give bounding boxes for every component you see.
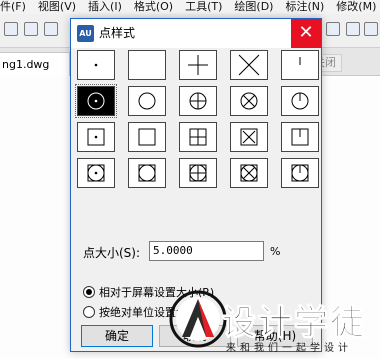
toolbar-icon[interactable]: [326, 22, 340, 36]
point-style-square-dot[interactable]: [77, 122, 115, 152]
square-dot-icon: [87, 128, 105, 146]
point-size-unit: %: [270, 245, 281, 258]
app-menubar: 件(F) 视图(V) 插入(I) 格式(O) 工具(T) 绘图(D) 标注(N)…: [0, 0, 380, 14]
circle-dot-icon: [87, 92, 105, 110]
zoom-icon[interactable]: [346, 22, 360, 36]
point-style-circle[interactable]: [128, 86, 166, 116]
circle-x-icon: [240, 92, 258, 110]
ok-button[interactable]: 确定: [81, 325, 153, 347]
document-tab[interactable]: ng1.dwg: [0, 52, 70, 76]
point-style-square-plus[interactable]: [179, 122, 217, 152]
circle-plus-icon: [189, 92, 207, 110]
toolbar-icon[interactable]: [24, 22, 38, 36]
dialog-title: 点样式: [99, 26, 136, 40]
watermark-logo-icon: [169, 290, 227, 348]
toolbar-icon[interactable]: [44, 22, 58, 36]
menu-tools[interactable]: 工具(T): [185, 0, 222, 14]
app-logo-icon: AU: [77, 25, 94, 42]
point-style-square[interactable]: [128, 122, 166, 152]
square-circle-icon: [138, 164, 156, 182]
watermark-title: 设计学徒: [222, 303, 366, 344]
point-style-square-tick[interactable]: [281, 122, 319, 152]
toolbar-icon[interactable]: [4, 22, 18, 36]
square-x-icon: [240, 128, 258, 146]
point-style-plus[interactable]: [179, 50, 217, 80]
toolbar-icon[interactable]: [364, 22, 378, 36]
square-circle-tick-icon: [291, 164, 309, 182]
point-style-square-x[interactable]: [230, 122, 268, 152]
square-plus-icon: [189, 128, 207, 146]
point-size-label: 点大小(S):: [83, 246, 141, 260]
point-style-square-circle-plus[interactable]: [179, 158, 217, 188]
point-style-dot[interactable]: [77, 50, 115, 80]
point-style-square-circle-dot[interactable]: [77, 158, 115, 188]
menu-insert[interactable]: 插入(I): [88, 0, 122, 14]
point-style-square-circle-x[interactable]: [230, 158, 268, 188]
watermark: 设计学徒 来和我们一起学设计: [168, 283, 380, 359]
menu-file[interactable]: 件(F): [0, 0, 26, 14]
point-style-circle-x[interactable]: [230, 86, 268, 116]
circle-icon: [138, 92, 156, 110]
menu-view[interactable]: 视图(V): [38, 0, 76, 14]
radio-relative[interactable]: [83, 286, 95, 298]
menu-modify[interactable]: 修改(M): [336, 0, 376, 14]
blank-icon: [129, 51, 165, 79]
square-icon: [138, 128, 156, 146]
close-button[interactable]: ✕: [291, 19, 321, 48]
tick-icon: [299, 57, 301, 65]
square-tick-icon: [291, 128, 309, 146]
x-icon: [238, 54, 260, 76]
point-style-tick[interactable]: [281, 50, 319, 80]
square-circle-dot-icon: [87, 164, 105, 182]
point-style-x[interactable]: [230, 50, 268, 80]
point-style-square-circle-tick[interactable]: [281, 158, 319, 188]
point-style-circle-tick[interactable]: [281, 86, 319, 116]
plus-icon: [188, 55, 208, 75]
menu-draw[interactable]: 绘图(D): [234, 0, 273, 14]
dot-icon: [94, 63, 98, 67]
radio-absolute[interactable]: [83, 306, 95, 318]
square-circle-x-icon: [240, 164, 258, 182]
menu-dimension[interactable]: 标注(N): [285, 0, 324, 14]
point-style-circle-dot[interactable]: [75, 84, 117, 118]
circle-tick-icon: [291, 92, 309, 110]
watermark-subtitle: 来和我们一起学设计: [226, 343, 352, 354]
point-style-square-circle[interactable]: [128, 158, 166, 188]
square-circle-plus-icon: [189, 164, 207, 182]
dialog-titlebar[interactable]: AU 点样式 ✕: [71, 19, 321, 48]
point-size-input[interactable]: 5.0000: [149, 241, 264, 261]
point-style-circle-plus[interactable]: [179, 86, 217, 116]
point-style-blank[interactable]: [128, 50, 166, 80]
menu-format[interactable]: 格式(O): [134, 0, 173, 14]
